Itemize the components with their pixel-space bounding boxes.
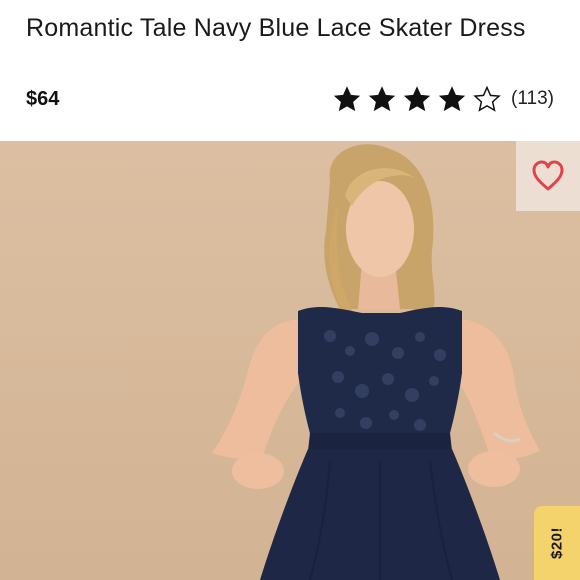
heart-icon: [532, 160, 564, 191]
star-rating[interactable]: (113): [332, 84, 554, 114]
promo-tag[interactable]: $20!: [534, 506, 580, 580]
star-filled-icon: [403, 86, 431, 112]
star-filled-icon: [333, 86, 361, 112]
model-illustration: [212, 144, 540, 580]
rating-count: (113): [511, 88, 554, 109]
product-title: Romantic Tale Navy Blue Lace Skater Dres…: [26, 14, 526, 42]
star-filled-icon: [368, 86, 396, 112]
product-price: $64: [26, 88, 60, 110]
like-button[interactable]: [516, 141, 580, 211]
star-filled-icon: [438, 86, 466, 112]
promo-label: $20!: [548, 526, 566, 560]
product-header: Romantic Tale Navy Blue Lace Skater Dres…: [0, 0, 580, 141]
product-listing: Romantic Tale Navy Blue Lace Skater Dres…: [0, 0, 580, 580]
product-photo[interactable]: [0, 141, 580, 580]
star-empty-icon: [473, 85, 501, 112]
